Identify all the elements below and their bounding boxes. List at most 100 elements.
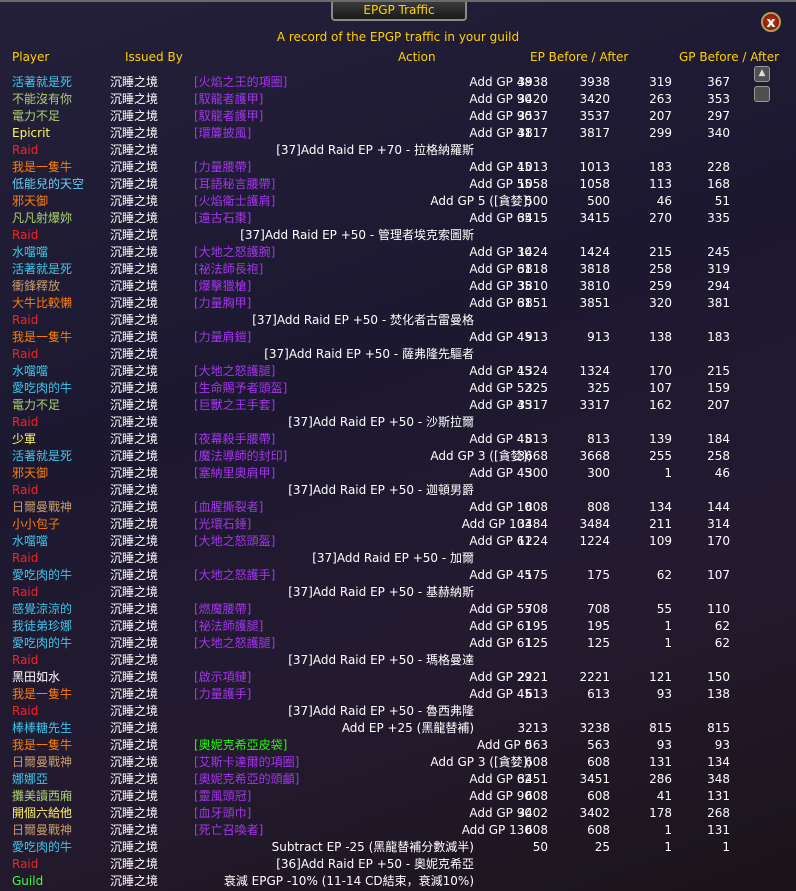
header-action[interactable]: Action — [398, 50, 436, 64]
ep-before: 3451 — [517, 772, 548, 786]
player-name[interactable]: 活著就是死 — [12, 448, 72, 465]
item-link[interactable]: [力量護手] — [194, 686, 251, 703]
player-name[interactable]: 水噹噹 — [12, 244, 48, 261]
player-name[interactable]: Raid — [12, 584, 38, 601]
header-ep-before-after[interactable]: EP Before / After — [530, 50, 628, 64]
header-player[interactable]: Player — [12, 50, 49, 64]
item-link[interactable]: [祕法師長袍] — [194, 261, 263, 278]
item-link[interactable]: [耳語秘言腰帶] — [194, 176, 275, 193]
player-name[interactable]: 我是一隻牛 — [12, 737, 72, 754]
item-link[interactable]: [塞納里奧肩甲] — [194, 465, 275, 482]
item-link[interactable]: [火焰之王的項圈] — [194, 74, 287, 91]
player-name[interactable]: 我是一隻牛 — [12, 329, 72, 346]
player-name[interactable]: Guild — [12, 873, 43, 890]
player-name[interactable]: 水噹噹 — [12, 533, 48, 550]
player-name[interactable]: Raid — [12, 856, 38, 873]
player-name[interactable]: 邪天御 — [12, 465, 48, 482]
player-name[interactable]: 黑田如水 — [12, 669, 60, 686]
item-link[interactable]: [燃魔腰帶] — [194, 601, 251, 618]
player-name[interactable]: 邪天御 — [12, 193, 48, 210]
player-name[interactable]: 活著就是死 — [12, 74, 72, 91]
player-name[interactable]: Raid — [12, 703, 38, 720]
player-name[interactable]: Raid — [12, 227, 38, 244]
scroll-thumb[interactable] — [754, 86, 770, 102]
player-name[interactable]: Raid — [12, 550, 38, 567]
item-link[interactable]: [生命賜予者頭盔] — [194, 380, 287, 397]
player-name[interactable]: 我徒弟珍娜 — [12, 618, 72, 635]
item-link[interactable]: [馭龍者護甲] — [194, 108, 263, 125]
player-name[interactable]: 大牛比較懶 — [12, 295, 72, 312]
item-link[interactable]: [大地之怒頭盔] — [194, 533, 275, 550]
item-link[interactable]: [火焰衛士護肩] — [194, 193, 275, 210]
item-link[interactable]: [祕法師護腿] — [194, 618, 263, 635]
item-link[interactable]: [死亡召喚者] — [194, 822, 263, 839]
player-name[interactable]: 攤美讀西廂 — [12, 788, 72, 805]
item-link[interactable]: [靈風頭冠] — [194, 788, 251, 805]
gp-after: 815 — [707, 721, 730, 735]
gp-before: 215 — [649, 245, 672, 259]
player-name[interactable]: 電力不足 — [12, 108, 60, 125]
player-name[interactable]: 愛吃肉的牛 — [12, 839, 72, 856]
issued-by: 沉睡之境 — [110, 483, 159, 497]
item-link[interactable]: [巨獸之王手套] — [194, 397, 275, 414]
player-name[interactable]: Raid — [12, 652, 38, 669]
item-link[interactable]: [力量胸甲] — [194, 295, 251, 312]
player-name[interactable]: Raid — [12, 312, 38, 329]
item-link[interactable]: [大地之怒護手] — [194, 567, 275, 584]
player-name[interactable]: 活著就是死 — [12, 261, 72, 278]
item-link[interactable]: [啟示項鏈] — [194, 669, 251, 686]
player-name[interactable]: 愛吃肉的牛 — [12, 635, 72, 652]
player-name[interactable]: 棒棒糖先生 — [12, 720, 72, 737]
item-link[interactable]: [魔法導師的封印] — [194, 448, 287, 465]
player-name[interactable]: 少軍 — [12, 431, 36, 448]
player-name[interactable]: 水噹噹 — [12, 363, 48, 380]
item-link[interactable]: [馭龍者護甲] — [194, 91, 263, 108]
item-link[interactable]: [奧妮克希亞皮袋] — [194, 737, 287, 754]
issued-by: 沉睡之境 — [110, 738, 159, 752]
player-name[interactable]: Raid — [12, 142, 38, 159]
header-issued-by[interactable]: Issued By — [125, 50, 183, 64]
close-icon[interactable]: x — [761, 12, 781, 32]
header-gp-before-after[interactable]: GP Before / After — [679, 50, 779, 64]
issued-by: 沉睡之境 — [110, 840, 159, 854]
item-link[interactable]: [環簾披風] — [194, 125, 251, 142]
gp-before: 121 — [649, 670, 672, 684]
item-link[interactable]: [艾斯卡達爾的項圈] — [194, 754, 299, 771]
player-name[interactable]: 開個六給他 — [12, 805, 72, 822]
item-link[interactable]: [力量腰帶] — [194, 159, 251, 176]
player-name[interactable]: 凡凡射爆妳 — [12, 210, 72, 227]
item-link[interactable]: [夜幕殺手腰帶] — [194, 431, 275, 448]
player-name[interactable]: 日爾曼戰神 — [12, 499, 72, 516]
player-name[interactable]: 不能沒有你 — [12, 91, 72, 108]
item-link[interactable]: [血牙頭巾] — [194, 805, 251, 822]
ep-after: 608 — [587, 823, 610, 837]
player-name[interactable]: 衝鋒釋放 — [12, 278, 60, 295]
table-row: Raid 沉睡之境 [37]Add Raid EP +50 - 基赫納斯 — [0, 584, 750, 601]
item-link[interactable]: [大地之怒護腕] — [194, 244, 275, 261]
item-link[interactable]: [遠古石棗] — [194, 210, 251, 227]
player-name[interactable]: 愛吃肉的牛 — [12, 380, 72, 397]
item-link[interactable]: [力量肩鎧] — [194, 329, 251, 346]
scroll-up-icon[interactable]: ▲ — [754, 66, 770, 82]
item-link[interactable]: [奧妮克希亞的頭顱] — [194, 771, 299, 788]
player-name[interactable]: 娜娜亞 — [12, 771, 48, 788]
player-name[interactable]: 日爾曼戰神 — [12, 754, 72, 771]
player-name[interactable]: 我是一隻牛 — [12, 686, 72, 703]
player-name[interactable]: 電力不足 — [12, 397, 60, 414]
player-name[interactable]: 感覺涼涼的 — [12, 601, 72, 618]
player-name[interactable]: 小小包子 — [12, 516, 60, 533]
item-link[interactable]: [大地之怒護腿] — [194, 635, 275, 652]
scrollbar[interactable]: ▲ — [752, 66, 770, 886]
item-link[interactable]: [血腥撕裂者] — [194, 499, 263, 516]
item-link[interactable]: [大地之怒護腿] — [194, 363, 275, 380]
player-name[interactable]: Raid — [12, 414, 38, 431]
player-name[interactable]: 日爾曼戰神 — [12, 822, 72, 839]
item-link[interactable]: [爆擊獵槍] — [194, 278, 251, 295]
player-name[interactable]: Raid — [12, 482, 38, 499]
player-name[interactable]: Raid — [12, 346, 38, 363]
player-name[interactable]: Epicrit — [12, 125, 50, 142]
player-name[interactable]: 我是一隻牛 — [12, 159, 72, 176]
item-link[interactable]: [光環石錘] — [194, 516, 251, 533]
player-name[interactable]: 低能兒的天空 — [12, 176, 84, 193]
player-name[interactable]: 愛吃肉的牛 — [12, 567, 72, 584]
